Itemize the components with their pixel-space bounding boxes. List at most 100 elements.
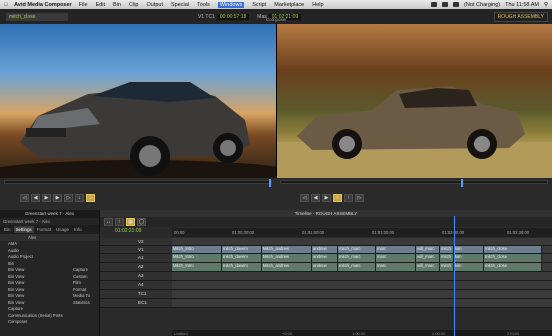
rec-mark-out-button[interactable]: ▷ (355, 194, 364, 202)
rec-lift-button[interactable]: ⇧ (333, 194, 342, 202)
play-button[interactable]: ▶ (42, 194, 51, 202)
tab-settings[interactable]: Settings (13, 226, 34, 233)
clip-segment[interactable]: Mitch_Intro (172, 254, 222, 262)
clip-segment[interactable]: mitch_davem (222, 246, 262, 253)
tab-usage[interactable]: Usage (54, 226, 71, 233)
menu-marketplace[interactable]: Marketplace (274, 2, 304, 8)
menu-clock[interactable]: Thu 11:58 AM (505, 2, 539, 8)
wifi-icon[interactable] (431, 2, 438, 7)
clip-segment[interactable]: mitch_close (484, 246, 542, 253)
menu-file[interactable]: File (79, 2, 88, 8)
track-header[interactable]: A3 (100, 272, 172, 281)
track-body[interactable]: Mitch_Intro mitch_davem Mitch_andrew andrew… (172, 263, 552, 272)
lift-button[interactable]: ↑ (115, 218, 124, 226)
menu-bin[interactable]: Bin (113, 2, 121, 8)
splice-button[interactable]: ↓ (75, 194, 84, 202)
clip-segment[interactable]: Mitch_andrew (262, 254, 312, 262)
battery-status: (Not Charging) (464, 1, 501, 8)
track-body[interactable]: Mitch_Intro mitch_davem Mitch_andrew andrew… (172, 246, 552, 254)
app-menu[interactable]: Avid Media Composer (14, 2, 72, 8)
apple-icon[interactable]:  (4, 2, 8, 8)
step-forward-button[interactable]: ▶ (53, 194, 62, 202)
menu-windows[interactable]: Windows (217, 1, 245, 8)
clip-segment[interactable]: marc (376, 254, 416, 262)
clip-segment[interactable]: Mitch_andrew (262, 246, 312, 253)
clip-segment[interactable]: marc (376, 263, 416, 271)
trim-button[interactable]: ▦ (126, 218, 135, 226)
rec-extract-button[interactable]: ↑ (344, 194, 353, 202)
rec-step-back-button[interactable]: ◀ (311, 194, 320, 202)
clip-segment[interactable]: mitch_davem (222, 254, 262, 262)
clip-segment[interactable]: Mitch_andrew (262, 263, 312, 271)
track-body[interactable] (172, 272, 552, 281)
clip-segment[interactable]: will_marc (416, 246, 440, 253)
track-body[interactable] (172, 238, 552, 246)
mark-in-button[interactable]: ◁ (20, 194, 29, 202)
clip-segment[interactable]: mitch_close (484, 254, 542, 262)
source-position-bar[interactable] (4, 179, 272, 187)
menu-special[interactable]: Special (171, 2, 189, 8)
settings-row[interactable]: Composer (0, 319, 99, 326)
clip-segment[interactable]: mitch (440, 254, 454, 262)
volume-icon[interactable] (442, 2, 449, 7)
timeline-position-indicator[interactable] (454, 216, 455, 336)
track-body[interactable] (172, 290, 552, 299)
clip-segment[interactable]: Mitch_Intro (172, 263, 222, 271)
clip-segment[interactable]: mitch_marc (338, 263, 376, 271)
track-header[interactable]: TC1 (100, 290, 172, 299)
overwrite-button[interactable]: ⇩ (86, 194, 95, 202)
menu-script[interactable]: Script (252, 2, 266, 8)
clip-segment[interactable]: kim (454, 246, 484, 253)
clip-segment[interactable]: kim (454, 254, 484, 262)
clip-segment[interactable]: mitch (440, 246, 454, 253)
menu-output[interactable]: Output (146, 2, 163, 8)
search-icon[interactable]: ⚲ (544, 2, 548, 8)
track-body[interactable]: Mitch_Intro mitch_davem Mitch_andrew andrew… (172, 254, 552, 263)
clip-segment[interactable]: andrew (312, 263, 338, 271)
clip-segment[interactable]: mitch_marc (338, 254, 376, 262)
clip-segment[interactable]: kim (454, 263, 484, 271)
segment-mode-button[interactable]: ↔ (104, 218, 113, 226)
record-monitor[interactable] (277, 24, 552, 178)
track-header[interactable]: V1 (100, 246, 172, 254)
track-body[interactable] (172, 299, 552, 308)
record-position-indicator[interactable] (461, 179, 463, 187)
mark-out-button[interactable]: ▷ (64, 194, 73, 202)
clip-segment[interactable]: Mitch_Intro (172, 246, 222, 253)
timeline-ruler[interactable]: 00:00 01:00:30:00 01:01:00:00 01:01:30:0… (172, 228, 552, 237)
source-position-indicator[interactable] (269, 179, 271, 187)
track-header[interactable]: A2 (100, 263, 172, 272)
settings-kind: Statistics (73, 299, 90, 305)
track-header[interactable]: V2 (100, 238, 172, 246)
clip-segment[interactable]: mitch_close (484, 263, 542, 271)
menu-edit[interactable]: Edit (96, 2, 105, 8)
clip-segment[interactable]: mitch (440, 263, 454, 271)
rec-play-button[interactable]: ▶ (322, 194, 331, 202)
track-body[interactable] (172, 281, 552, 290)
tab-info[interactable]: Info (72, 226, 84, 233)
clip-segment[interactable]: andrew (312, 254, 338, 262)
record-position-bar[interactable] (280, 179, 548, 187)
source-clip-name[interactable]: mitch_close (6, 12, 68, 21)
rec-mark-in-button[interactable]: ◁ (300, 194, 309, 202)
sequence-name[interactable]: ROUGH ASSEMBLY (493, 12, 548, 22)
track-header[interactable]: A1 (100, 254, 172, 263)
clip-segment[interactable]: mitch_davem (222, 263, 262, 271)
clip-segment[interactable]: will_marc (416, 263, 440, 271)
menu-clip[interactable]: Clip (129, 2, 138, 8)
clip-segment[interactable]: andrew (312, 246, 338, 253)
clip-segment[interactable]: marc (376, 246, 416, 253)
zoom-button[interactable]: ◯ (137, 218, 146, 226)
clip-segment[interactable]: mitch_marc (338, 246, 376, 253)
battery-icon[interactable] (453, 2, 460, 7)
track-header[interactable]: EC1 (100, 299, 172, 308)
tab-format[interactable]: Format (35, 226, 53, 233)
menu-tools[interactable]: Tools (197, 2, 210, 8)
track-header[interactable]: A4 (100, 281, 172, 290)
step-back-button[interactable]: ◀ (31, 194, 40, 202)
clip-segment[interactable]: will_marc (416, 254, 440, 262)
source-monitor[interactable] (0, 24, 276, 178)
menu-help[interactable]: Help (312, 2, 323, 8)
v1-tc-label[interactable]: V1 TC1 (198, 14, 215, 20)
tab-bins[interactable]: Bin (2, 226, 13, 233)
